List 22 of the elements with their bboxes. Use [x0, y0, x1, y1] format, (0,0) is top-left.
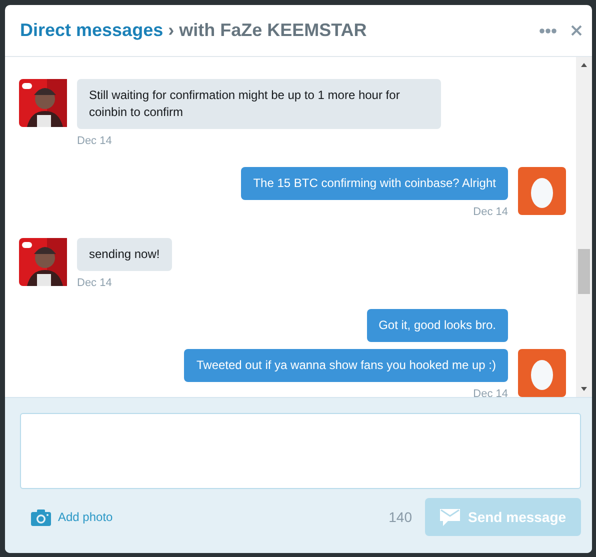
conversation-title: with FaZe KEEMSTAR	[179, 20, 367, 41]
message-time: Dec 14	[77, 135, 112, 147]
egg-avatar-icon	[518, 167, 566, 215]
message-time: Dec 14	[473, 388, 508, 397]
more-icon[interactable]	[539, 28, 557, 34]
envelope-icon	[440, 508, 460, 526]
message-input[interactable]	[20, 413, 581, 489]
breadcrumb-separator: ›	[168, 20, 174, 41]
message-bubble: Still waiting for confirmation might be up to 1 more hour for coinbin to confirm	[77, 79, 441, 129]
scrollbar[interactable]	[576, 57, 592, 397]
add-photo-link[interactable]: Add photo	[20, 508, 389, 526]
message-bubble: Tweeted out if ya wanna show fans you hooked me up :)	[184, 349, 508, 382]
camera-icon	[31, 508, 51, 526]
message-bubble: The 15 BTC confirming with coinbase? Alright	[241, 167, 508, 200]
direct-messages-link[interactable]: Direct messages	[20, 20, 164, 41]
egg-avatar-icon	[518, 349, 566, 397]
close-icon[interactable]	[571, 25, 582, 36]
message-bubble: Got it, good looks bro.	[366, 309, 508, 342]
message-bubble: sending now!	[77, 238, 172, 271]
message-time: Dec 14	[77, 277, 112, 289]
message-time: Dec 14	[473, 206, 508, 218]
character-count: 140	[388, 509, 412, 525]
